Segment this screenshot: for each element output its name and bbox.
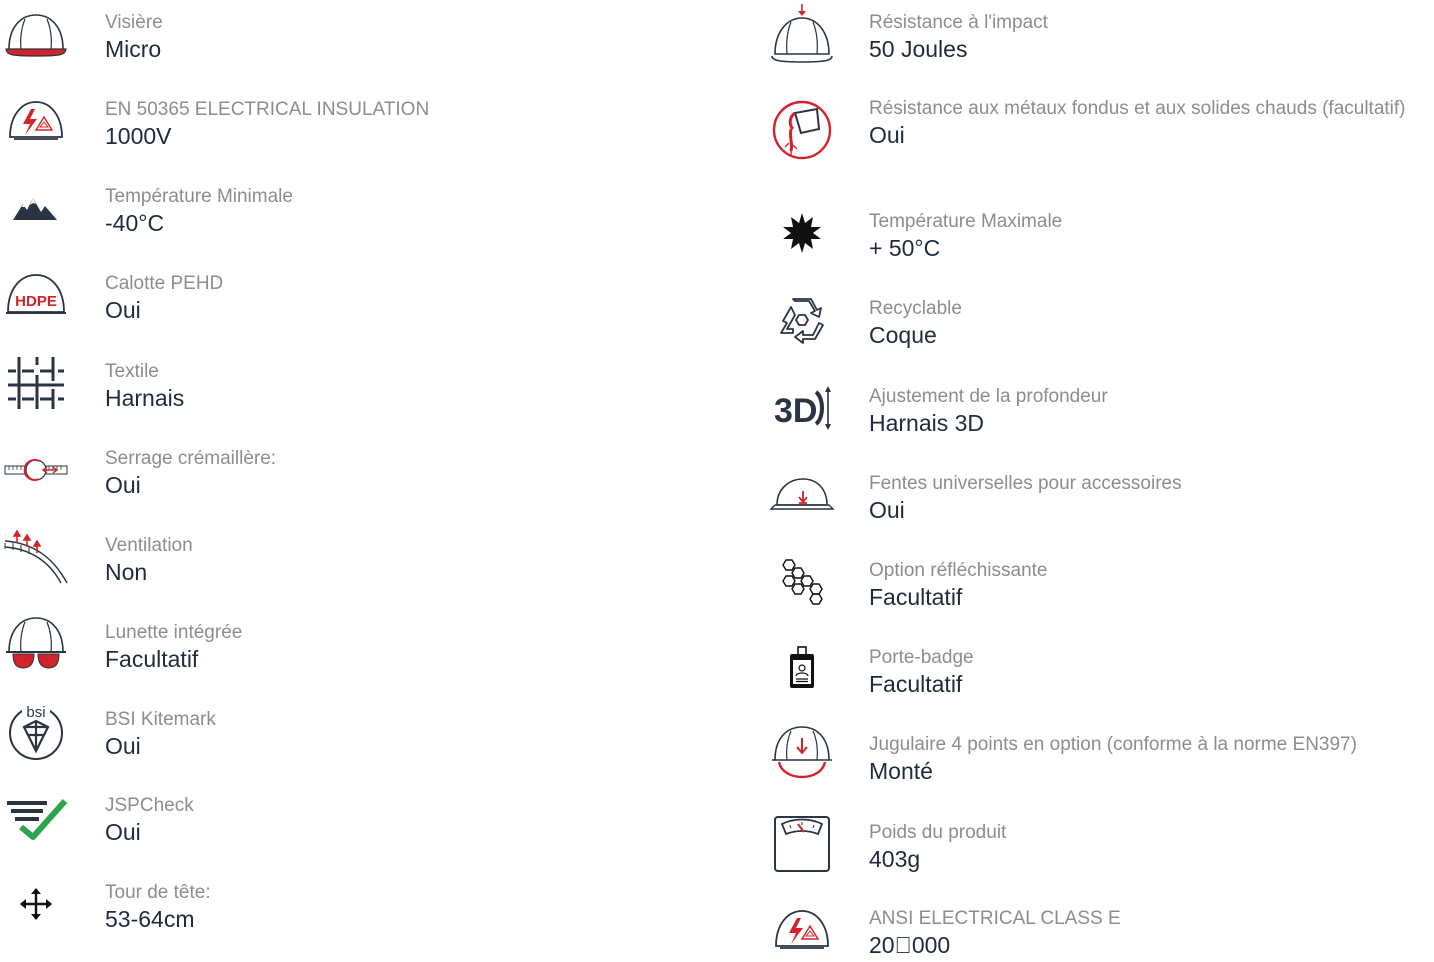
spec-value: 53-64cm bbox=[105, 906, 195, 932]
accessory-slot-icon bbox=[762, 463, 842, 527]
spec-label: JSPCheck bbox=[105, 795, 194, 816]
spec-label: Ventilation bbox=[105, 535, 193, 556]
ratchet-icon bbox=[0, 438, 72, 502]
spec-value: 50 Joules bbox=[869, 36, 968, 62]
spec-label: Température Minimale bbox=[105, 186, 293, 207]
spec-value: Facultatif bbox=[869, 584, 963, 610]
spec-label: Calotte PEHD bbox=[105, 273, 224, 294]
spec-label: Tour de tête: bbox=[105, 882, 211, 903]
spec-value: Micro bbox=[105, 36, 162, 62]
spec-value: Oui bbox=[105, 297, 141, 323]
spec-value: Facultatif bbox=[869, 671, 963, 697]
spec-label: Option réfléchissante bbox=[869, 560, 1048, 581]
spec-label: Recyclable bbox=[869, 298, 962, 319]
move-arrows-icon bbox=[0, 872, 72, 936]
spec-label: Visière bbox=[105, 12, 163, 33]
bsi-kitemark-icon: bsi bbox=[0, 699, 72, 763]
spec-label: Fentes universelles pour accessoires bbox=[869, 473, 1182, 494]
spec-value: 1000V bbox=[105, 123, 172, 149]
helmet-visor-icon bbox=[0, 2, 72, 66]
spec-label: Jugulaire 4 points en option (conforme à… bbox=[869, 734, 1357, 755]
spec-value: 403g bbox=[869, 846, 921, 872]
helmet-goggles-icon bbox=[0, 612, 72, 676]
weight-scale-icon bbox=[762, 812, 842, 876]
spec-value: 20 000 bbox=[869, 932, 951, 958]
spec-value: Monté bbox=[869, 758, 933, 784]
spec-value: Oui bbox=[105, 733, 141, 759]
spec-label: Ajustement de la profondeur bbox=[869, 386, 1108, 407]
spec-value: Oui bbox=[105, 819, 141, 845]
spec-label: Lunette intégrée bbox=[105, 622, 243, 643]
3d-depth-icon: 3D bbox=[762, 376, 842, 440]
spec-label: Résistance aux métaux fondus et aux soli… bbox=[869, 98, 1406, 119]
3d-text: 3D bbox=[774, 392, 817, 430]
chinstrap-helmet-icon bbox=[762, 724, 842, 788]
spec-label: BSI Kitemark bbox=[105, 709, 216, 730]
ventilation-icon bbox=[0, 525, 72, 589]
impact-helmet-icon bbox=[762, 2, 842, 66]
spec-value: Facultatif bbox=[105, 646, 199, 672]
spec-value: Non bbox=[105, 559, 148, 585]
spec-value: Harnais bbox=[105, 385, 185, 411]
spec-label: Poids du produit bbox=[869, 822, 1007, 843]
recycle-icon bbox=[762, 288, 842, 352]
spec-label: Porte-badge bbox=[869, 647, 974, 668]
spec-value: Oui bbox=[869, 122, 905, 148]
spec-label: ANSI ELECTRICAL CLASS E bbox=[869, 908, 1121, 929]
spec-label: Serrage crémaillère: bbox=[105, 448, 277, 469]
spec-value: Oui bbox=[105, 472, 141, 498]
hdpe-helmet-icon: HDPE bbox=[0, 263, 72, 327]
mountain-icon bbox=[0, 176, 72, 240]
bsi-text: bsi bbox=[26, 704, 45, 721]
spec-value: Coque bbox=[869, 322, 937, 348]
textile-grid-icon bbox=[0, 351, 72, 415]
electrical-insulation-icon bbox=[762, 898, 842, 962]
spec-value: Oui bbox=[869, 497, 905, 523]
spec-label: EN 50365 ELECTRICAL INSULATION bbox=[105, 99, 430, 120]
spec-label: Textile bbox=[105, 361, 159, 382]
sun-icon bbox=[762, 201, 842, 265]
spec-value: Harnais 3D bbox=[869, 410, 985, 436]
spec-value: -40°C bbox=[105, 210, 165, 236]
jspcheck-icon bbox=[0, 785, 72, 849]
molten-metal-icon bbox=[762, 98, 842, 162]
spec-label: Résistance à l'impact bbox=[869, 12, 1048, 33]
spec-value: + 50°C bbox=[869, 235, 941, 261]
badge-holder-icon bbox=[762, 637, 842, 701]
spec-label: Température Maximale bbox=[869, 211, 1063, 232]
honeycomb-icon bbox=[762, 550, 842, 614]
hdpe-text: HDPE bbox=[15, 293, 57, 310]
electrical-insulation-icon bbox=[0, 89, 72, 153]
